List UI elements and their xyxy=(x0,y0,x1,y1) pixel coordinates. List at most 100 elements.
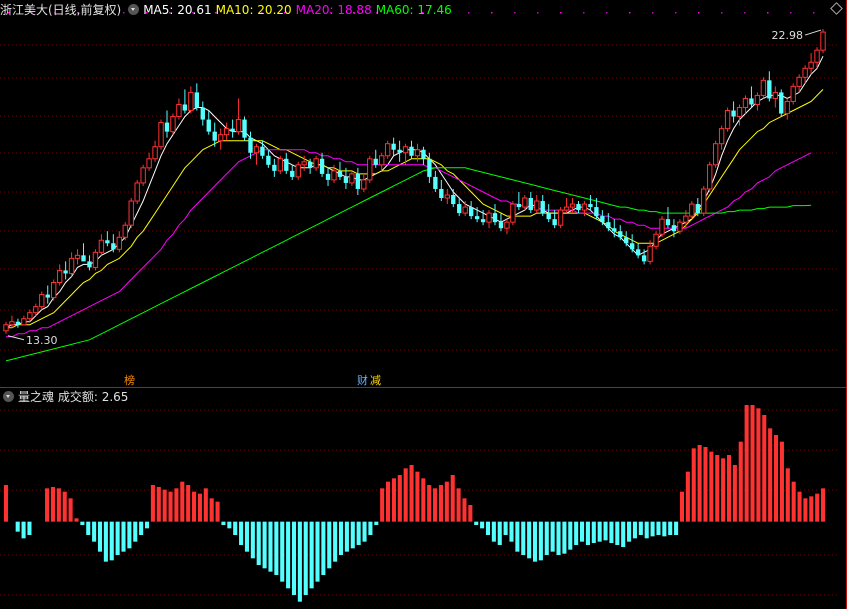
candle-body xyxy=(284,158,289,171)
candle-body xyxy=(808,61,814,69)
volume-soul-bar xyxy=(762,415,767,522)
candle-body xyxy=(480,219,486,223)
candle-body xyxy=(433,176,438,189)
candle-body xyxy=(552,219,557,226)
candle-body xyxy=(128,200,134,226)
candle-body xyxy=(760,79,767,96)
marker-dot xyxy=(767,12,769,14)
candle-body xyxy=(718,128,725,145)
candle-body xyxy=(474,216,480,220)
volume-soul-bar xyxy=(768,428,773,522)
volume-soul-bar xyxy=(45,488,50,522)
candle-body xyxy=(444,194,450,199)
candle-body xyxy=(242,119,247,138)
marker-dot xyxy=(514,12,516,14)
candle-body xyxy=(92,251,99,268)
volume-soul-bar xyxy=(397,475,402,522)
chart-stage: 22.98 13.30 浙江美大(日线,前复权) MA5: 20.61 MA10: 2… xyxy=(0,0,847,609)
volume-label: 成交额: 2.65 xyxy=(57,390,129,404)
volume-soul-bar xyxy=(444,481,449,522)
volume-soul-bar xyxy=(144,521,150,529)
main-chart-header: 浙江美大(日线,前复权) MA5: 20.61 MA10: 20.20 MA20: 1… xyxy=(0,0,456,20)
volume-soul-bar xyxy=(280,521,285,582)
volume-soul-bar xyxy=(374,521,379,525)
candle-body xyxy=(504,221,510,229)
volume-soul-bar xyxy=(62,491,67,522)
volume-soul-bar xyxy=(703,447,708,522)
candle-body xyxy=(820,31,826,51)
candle-body xyxy=(68,257,75,274)
candle-body xyxy=(618,231,623,238)
candle-body xyxy=(295,164,301,178)
volume-soul-bar xyxy=(350,521,355,549)
chevron-down-icon[interactable] xyxy=(128,4,140,15)
bang-marker[interactable]: 榜 xyxy=(123,374,136,387)
candle-body xyxy=(15,321,21,325)
volume-soul-bar xyxy=(615,521,620,545)
candle-body xyxy=(146,158,152,169)
stock-title: 浙江美大(日线,前复权) xyxy=(0,3,122,17)
volume-soul-bar xyxy=(427,485,432,522)
candle-body xyxy=(635,249,641,256)
volume-soul-bar xyxy=(162,489,167,522)
cai-marker[interactable]: 财 xyxy=(356,374,369,387)
candle-body xyxy=(87,261,92,268)
candle-body xyxy=(647,245,653,262)
candle-body xyxy=(409,146,414,156)
volume-soul-bar xyxy=(785,468,790,522)
candle-body xyxy=(457,204,462,214)
candle-body xyxy=(606,222,611,229)
volume-soul-bar xyxy=(609,521,614,543)
volume-soul-bar xyxy=(362,521,367,542)
volume-soul-bar xyxy=(574,521,579,545)
candle-body xyxy=(588,204,593,208)
candle-body xyxy=(266,155,271,165)
candle-body xyxy=(301,161,307,166)
volume-soul-bar xyxy=(726,455,732,522)
volume-soul-bar xyxy=(409,465,414,522)
candle-body xyxy=(319,158,325,174)
volume-soul-bar xyxy=(738,441,743,522)
candle-body xyxy=(343,176,349,183)
candle-body xyxy=(134,182,140,202)
marker-dot xyxy=(560,12,562,14)
candle-body xyxy=(492,213,498,223)
volume-soul-bar xyxy=(591,521,596,543)
candle-body xyxy=(641,255,647,262)
volume-soul-bar xyxy=(821,488,826,522)
candle-body xyxy=(569,203,576,208)
volume-soul-bar xyxy=(80,521,85,525)
candle-body xyxy=(701,188,707,214)
marker-dot xyxy=(744,12,746,14)
marker-dot xyxy=(537,12,539,14)
candle-body xyxy=(451,195,456,205)
candle-body xyxy=(659,218,665,235)
kline-chart[interactable]: 22.98 13.30 xyxy=(0,0,847,609)
candle-body xyxy=(736,107,743,118)
volume-soul-bar xyxy=(244,521,249,552)
ma20-line xyxy=(6,149,812,338)
volume-soul-bar xyxy=(180,481,185,522)
candle-body xyxy=(427,158,432,177)
volume-soul-bar xyxy=(538,521,543,561)
candle-body xyxy=(98,239,105,253)
candle-body xyxy=(510,203,516,223)
volume-soul-bar xyxy=(656,521,661,535)
volume-soul-bar xyxy=(403,468,408,522)
candle-body xyxy=(51,282,57,299)
candle-body xyxy=(373,158,378,165)
volume-soul-bar xyxy=(456,488,461,522)
ma5-label: MA5: 20.61 xyxy=(143,3,212,17)
candle-body xyxy=(402,146,409,154)
jian-marker[interactable]: 减 xyxy=(369,374,382,387)
volume-soul-bar xyxy=(503,521,508,535)
candle-body xyxy=(557,209,564,226)
volume-soul-bar xyxy=(532,521,538,562)
candle-body xyxy=(486,212,492,223)
volume-soul-bar xyxy=(233,521,238,535)
volume-soul-bar xyxy=(239,521,244,545)
chevron-down-icon[interactable] xyxy=(3,391,14,402)
volume-soul-bar xyxy=(209,498,214,522)
volume-soul-bar xyxy=(773,435,779,522)
candle-body xyxy=(248,137,253,153)
